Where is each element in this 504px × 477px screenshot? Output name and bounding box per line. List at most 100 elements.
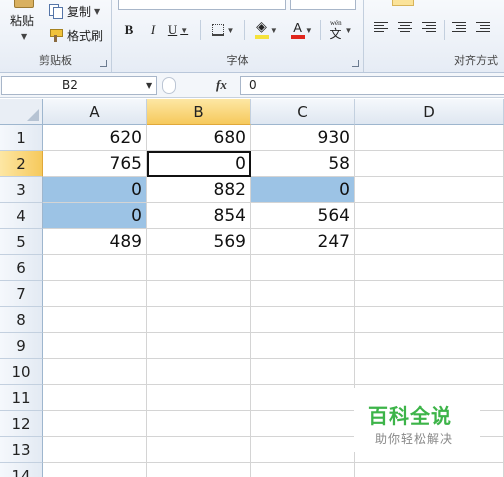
bold-button[interactable]: B	[120, 20, 138, 40]
cell-b6[interactable]	[147, 255, 251, 281]
cell-d1[interactable]	[355, 125, 504, 151]
row-header-9[interactable]: 9	[0, 333, 43, 359]
font-color-button[interactable]: A ▼	[288, 20, 318, 40]
row-header-6[interactable]: 6	[0, 255, 43, 281]
cell-a5[interactable]: 489	[43, 229, 147, 255]
cell-c14[interactable]	[251, 463, 355, 477]
cell-a8[interactable]	[43, 307, 147, 333]
cell-c4[interactable]: 564	[251, 203, 355, 229]
increase-indent-button[interactable]	[476, 20, 494, 38]
row-header-3[interactable]: 3	[0, 177, 43, 203]
cell-b7[interactable]	[147, 281, 251, 307]
decrease-indent-button[interactable]	[452, 20, 470, 38]
top-align-button[interactable]	[392, 0, 414, 6]
align-center-button[interactable]	[398, 20, 416, 38]
border-dropdown-icon[interactable]: ▼	[227, 26, 235, 35]
cell-d9[interactable]	[355, 333, 504, 359]
paste-dropdown-icon[interactable]: ▼	[21, 32, 27, 41]
cell-a4[interactable]: 0	[43, 203, 147, 229]
formula-input[interactable]: 0	[240, 76, 504, 95]
cell-b10[interactable]	[147, 359, 251, 385]
row-header-1[interactable]: 1	[0, 125, 43, 151]
fill-color-button[interactable]: ◈ ▼	[252, 20, 282, 40]
phonetic-dropdown-icon[interactable]: ▼	[345, 26, 353, 35]
cell-a2[interactable]: 765	[43, 151, 147, 177]
cell-a14[interactable]	[43, 463, 147, 477]
row-header-7[interactable]: 7	[0, 281, 43, 307]
row-header-2[interactable]: 2	[0, 151, 43, 177]
copy-dropdown-icon[interactable]: ▼	[94, 7, 100, 16]
cell-b9[interactable]	[147, 333, 251, 359]
formula-bar-splitter[interactable]	[162, 77, 176, 94]
phonetic-button[interactable]: wén 文 ▼	[326, 19, 356, 41]
row-header-11[interactable]: 11	[0, 385, 43, 411]
cell-d3[interactable]	[355, 177, 504, 203]
cell-c1[interactable]: 930	[251, 125, 355, 151]
row-header-10[interactable]: 10	[0, 359, 43, 385]
cell-c7[interactable]	[251, 281, 355, 307]
cell-c13[interactable]	[251, 437, 355, 463]
row-header-13[interactable]: 13	[0, 437, 43, 463]
row-header-14[interactable]: 14	[0, 463, 43, 477]
row-header-12[interactable]: 12	[0, 411, 43, 437]
column-header-a[interactable]: A	[43, 99, 147, 125]
row-header-4[interactable]: 4	[0, 203, 43, 229]
column-header-c[interactable]: C	[251, 99, 355, 125]
cell-d4[interactable]	[355, 203, 504, 229]
cell-b11[interactable]	[147, 385, 251, 411]
cell-c12[interactable]	[251, 411, 355, 437]
font-launcher-icon[interactable]	[352, 60, 359, 67]
fill-dropdown-icon[interactable]: ▼	[270, 26, 278, 35]
cell-b12[interactable]	[147, 411, 251, 437]
cell-b3[interactable]: 882	[147, 177, 251, 203]
cell-d8[interactable]	[355, 307, 504, 333]
cell-a7[interactable]	[43, 281, 147, 307]
border-button[interactable]: ▼	[210, 20, 236, 40]
cell-a3[interactable]: 0	[43, 177, 147, 203]
clipboard-launcher-icon[interactable]	[100, 60, 107, 67]
cell-d14[interactable]	[355, 463, 504, 477]
cell-c2[interactable]: 58	[251, 151, 355, 177]
font-name-combo[interactable]	[118, 0, 286, 10]
name-box-dropdown-icon[interactable]: ▼	[146, 81, 152, 90]
cell-b2[interactable]: 0	[147, 151, 251, 177]
font-size-combo[interactable]	[290, 0, 356, 10]
cell-a1[interactable]: 620	[43, 125, 147, 151]
column-header-d[interactable]: D	[355, 99, 504, 125]
cell-d5[interactable]	[355, 229, 504, 255]
cell-b14[interactable]	[147, 463, 251, 477]
cell-b4[interactable]: 854	[147, 203, 251, 229]
cell-c5[interactable]: 247	[251, 229, 355, 255]
align-left-button[interactable]	[374, 20, 392, 38]
cell-a12[interactable]	[43, 411, 147, 437]
cell-b1[interactable]: 680	[147, 125, 251, 151]
row-header-5[interactable]: 5	[0, 229, 43, 255]
cell-a13[interactable]	[43, 437, 147, 463]
font-color-dropdown-icon[interactable]: ▼	[305, 26, 313, 35]
align-right-button[interactable]	[422, 20, 440, 38]
cell-d7[interactable]	[355, 281, 504, 307]
italic-button[interactable]: I	[144, 20, 162, 40]
underline-button[interactable]: U ▼	[166, 20, 190, 40]
format-painter-button[interactable]: 格式刷	[48, 26, 103, 44]
cell-b13[interactable]	[147, 437, 251, 463]
cell-d6[interactable]	[355, 255, 504, 281]
cell-c8[interactable]	[251, 307, 355, 333]
cell-c6[interactable]	[251, 255, 355, 281]
cell-b8[interactable]	[147, 307, 251, 333]
cell-b5[interactable]: 569	[147, 229, 251, 255]
row-header-8[interactable]: 8	[0, 307, 43, 333]
cell-c11[interactable]	[251, 385, 355, 411]
cell-d10[interactable]	[355, 359, 504, 385]
name-box[interactable]: B2	[1, 76, 157, 95]
cell-a11[interactable]	[43, 385, 147, 411]
copy-button[interactable]: 复制 ▼	[48, 2, 100, 20]
cell-a10[interactable]	[43, 359, 147, 385]
underline-dropdown-icon[interactable]: ▼	[180, 26, 188, 35]
insert-function-button[interactable]: fx	[216, 77, 227, 93]
cell-c3[interactable]: 0	[251, 177, 355, 203]
select-all-button[interactable]	[0, 99, 43, 125]
cell-d2[interactable]	[355, 151, 504, 177]
cell-a9[interactable]	[43, 333, 147, 359]
column-header-b[interactable]: B	[147, 99, 251, 125]
